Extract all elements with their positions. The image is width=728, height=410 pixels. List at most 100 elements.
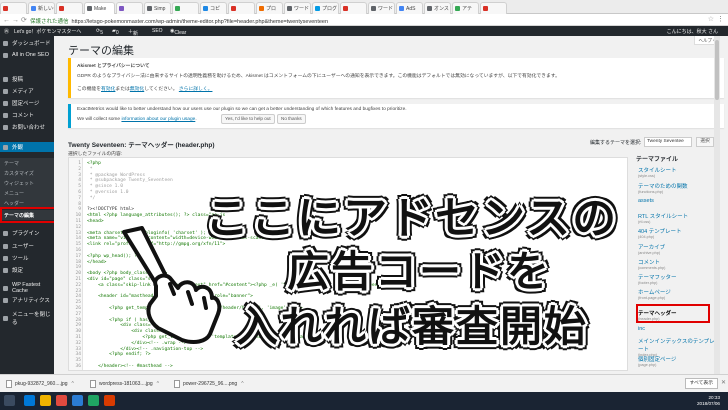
taskbar-app-icon[interactable] — [24, 395, 35, 406]
sidebar-item[interactable]: メディア — [0, 86, 54, 96]
theme-file-item[interactable]: 404 テンプレート (404.php) — [638, 227, 720, 239]
sidebar-item[interactable]: 投稿 — [0, 74, 54, 84]
browser-tab[interactable]: ワード — [284, 2, 311, 14]
sidebar-item[interactable]: ウィジェット — [0, 178, 54, 188]
browser-tab[interactable]: Make — [84, 2, 115, 14]
theme-file-item[interactable]: メインインデックスのテンプレート (index.php) — [638, 337, 720, 357]
download-name: pkug-932872_960....jpg — [15, 381, 68, 387]
sidebar-item[interactable]: 固定ページ — [0, 98, 54, 108]
adminbar-clear-cache[interactable]: ◉ Clear Cache — [170, 28, 189, 42]
posts-icon — [3, 76, 8, 82]
adminbar-updates[interactable]: ⟳ 5 — [96, 28, 103, 36]
browser-tab[interactable]: Simp — [144, 2, 171, 14]
browser-tab[interactable]: アテ — [452, 2, 479, 14]
close-downloads-icon[interactable]: ✕ — [721, 379, 726, 386]
theme-file-item[interactable]: スタイルシート (style.css) — [638, 166, 720, 178]
theme-file-item[interactable]: コメント (comments.php) — [638, 258, 720, 270]
browser-tab[interactable]: AdS — [396, 2, 423, 14]
browser-tab[interactable] — [340, 2, 367, 14]
select-theme-button[interactable]: 選択 — [696, 137, 714, 147]
admin-sidebar: ダッシュボード All in One SEO 投稿メディア固定ページコメントお問い合… — [0, 36, 54, 374]
sidebar-item[interactable]: テーマ — [0, 158, 54, 168]
tab-favicon-icon — [87, 6, 92, 11]
taskbar-app-icon[interactable] — [40, 395, 51, 406]
adminbar-site-name[interactable]: Let's go！ポケモンマスターへ — [14, 28, 81, 35]
enable-link[interactable]: 有効化 — [101, 87, 115, 92]
show-all-downloads-button[interactable]: すべて表示 — [684, 378, 718, 389]
disable-link[interactable]: 無効化 — [130, 87, 144, 92]
address-bar[interactable]: ←→⟳ 保護された通信 https://letsgo-pokemonmaster.… — [0, 14, 728, 26]
theme-file-item[interactable]: テーマフッター (footer.php) — [638, 273, 720, 285]
sidebar-item[interactable]: コメント — [0, 110, 54, 120]
theme-select[interactable]: Twenty Seventee — [644, 137, 692, 147]
browser-tab[interactable]: プロ — [256, 2, 283, 14]
adminbar-comments[interactable]: ▰ 0 — [112, 28, 119, 36]
taskbar-app-icon[interactable] — [104, 395, 115, 406]
learn-more-link[interactable]: さらに詳しく。 — [179, 87, 213, 92]
sidebar-item[interactable]: プラグイン — [0, 228, 54, 238]
file-icon — [174, 380, 180, 388]
browser-tab[interactable]: ワード — [368, 2, 395, 14]
browser-tab[interactable] — [0, 2, 27, 14]
download-item[interactable]: pkug-932872_960....jpg ^ — [6, 378, 74, 390]
page-title: テーマの編集 — [68, 45, 134, 57]
sidebar-item[interactable]: メニュー — [0, 188, 54, 198]
sidebar-item[interactable]: ダッシュボード — [0, 38, 54, 48]
start-button-icon[interactable] — [4, 395, 15, 406]
sidebar-item[interactable]: 外観 — [0, 142, 54, 152]
sidebar-item[interactable]: WP Fastest Cache — [0, 282, 54, 294]
theme-file-item[interactable]: アーカイブ (archive.php) — [638, 243, 720, 255]
theme-file-item[interactable]: テーマのための関数 (functions.php) — [638, 182, 720, 194]
browser-tab[interactable] — [480, 2, 507, 14]
taskbar-app-icon[interactable] — [88, 395, 99, 406]
sidebar-item[interactable]: ユーザー — [0, 241, 54, 251]
sidebar-item[interactable]: 設定 — [0, 265, 54, 275]
browser-tab[interactable]: 新しいタブ — [28, 2, 55, 14]
browser-tab[interactable] — [116, 2, 143, 14]
taskbar-clock[interactable]: 20:33 2018/07/06 — [697, 395, 720, 407]
sidebar-item[interactable]: メニューを閉じる — [0, 312, 54, 326]
taskbar-app-icon[interactable] — [56, 395, 67, 406]
sidebar-item[interactable]: アナリティクス — [0, 295, 54, 305]
browser-tab[interactable]: コピ — [200, 2, 227, 14]
theme-file-item[interactable]: RTL スタイルシート (rtl.css) — [638, 212, 720, 224]
theme-file-item[interactable]: 個別固定ページ (page.php) — [638, 355, 720, 367]
browser-tab[interactable]: オンス — [424, 2, 451, 14]
theme-file-name: テーマフッター — [638, 275, 677, 281]
bookmark-star-icon[interactable]: ☆ — [708, 15, 714, 23]
wp-logo-icon[interactable]: Ⓦ — [4, 28, 9, 35]
browser-tab[interactable] — [56, 2, 83, 14]
adminbar-new[interactable]: ＋ 新規 — [128, 28, 138, 44]
theme-file-item[interactable]: ホームページ (front-page.php) — [638, 288, 720, 300]
url-text[interactable]: 保護された通信 https://letsgo-pokemonmaster.com/… — [30, 17, 328, 25]
line-number: 26 — [75, 306, 81, 311]
download-item[interactable]: wordpress-181063....jpg ^ — [90, 378, 159, 390]
browser-menu-icon[interactable]: ⋮ — [717, 15, 724, 23]
adminbar-seo[interactable]: SEO — [152, 28, 163, 34]
browser-tab[interactable] — [228, 2, 255, 14]
browser-nav-icons[interactable]: ←→⟳ — [3, 16, 29, 24]
line-number: 24 — [75, 294, 81, 300]
adminbar-greeting[interactable]: こんにちは、秋大 さん — [667, 28, 718, 35]
line-number: 20 — [75, 271, 81, 277]
scrollbar-thumb[interactable] — [715, 40, 719, 100]
sidebar-item[interactable]: お問い合わせ — [0, 122, 54, 132]
sidebar-item[interactable]: ツール — [0, 253, 54, 263]
usage-info-link[interactable]: information about our plugin usage — [121, 117, 195, 122]
browser-tab[interactable]: プログ — [312, 2, 339, 14]
theme-file-item[interactable]: inc — [638, 326, 720, 332]
taskbar-app-icon[interactable] — [72, 395, 83, 406]
tab-favicon-icon — [371, 6, 376, 11]
sidebar-item[interactable]: カスタマイズ — [0, 168, 54, 178]
chevron-up-icon[interactable]: ^ — [241, 381, 243, 387]
yes-help-button[interactable]: Yes, I'd like to help out — [221, 114, 275, 124]
chevron-up-icon[interactable]: ^ — [72, 381, 74, 387]
line-number: 36 — [75, 364, 81, 369]
browser-tab[interactable] — [172, 2, 199, 14]
sidebar-item[interactable]: All in One SEO — [0, 50, 54, 60]
download-item[interactable]: power-296725_96....png ^ — [174, 378, 244, 390]
tab-favicon-icon — [147, 6, 152, 11]
theme-file-item[interactable]: assets — [638, 198, 720, 204]
no-thanks-button[interactable]: No thanks — [277, 114, 306, 124]
chevron-up-icon[interactable]: ^ — [157, 381, 159, 387]
